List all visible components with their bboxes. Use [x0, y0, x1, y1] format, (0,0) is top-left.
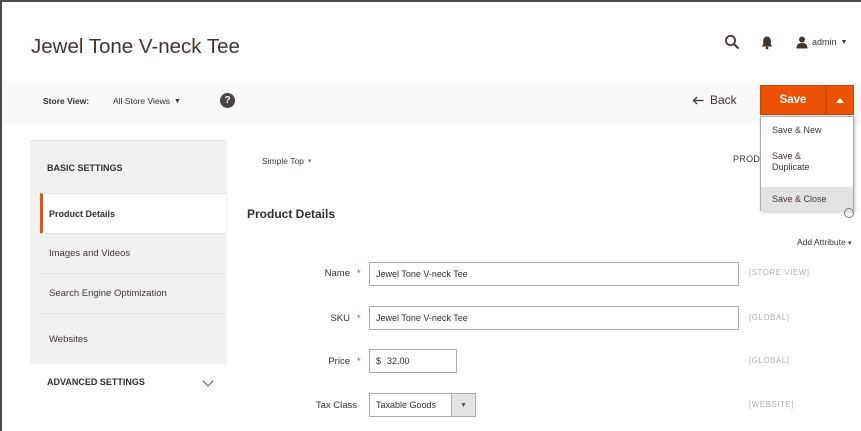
user-name: admin [812, 37, 837, 47]
chevron-down-icon: ▾ [307, 158, 312, 165]
chevron-up-icon [836, 97, 844, 103]
save-and-new-option[interactable]: Save & New [761, 125, 853, 136]
currency-symbol: $ [376, 356, 382, 366]
name-input[interactable]: Jewel Tone V-neck Tee [369, 262, 739, 286]
chevron-down-icon: ▾ [848, 240, 852, 247]
price-value: 32.00 [387, 356, 410, 366]
required-mark: * [357, 313, 361, 323]
attribute-set-value: Simple Top [262, 156, 304, 166]
save-options-toggle[interactable] [826, 85, 854, 115]
nav-item-search-engine-optimization[interactable]: Search Engine Optimization [40, 273, 226, 313]
required-mark: * [357, 356, 361, 366]
nav-item-product-details[interactable]: Product Details [40, 193, 226, 233]
section-title: Product Details [247, 207, 336, 221]
tax-class-scope: [WEBSITE] [749, 400, 794, 409]
chevron-down-icon: ▼ [840, 38, 848, 46]
collapse-icon[interactable] [844, 208, 854, 218]
save-and-close-option[interactable]: Save & Close [761, 187, 853, 211]
add-attribute-label: Add Attribute [797, 237, 846, 247]
price-scope: [GLOBAL] [749, 356, 790, 365]
arrow-left-icon [692, 96, 704, 104]
save-button[interactable]: Save [760, 85, 826, 115]
search-icon[interactable] [724, 34, 740, 50]
sku-input[interactable]: Jewel Tone V-neck Tee [369, 306, 739, 330]
store-view-switcher[interactable]: All Store Views ▼ [113, 96, 181, 106]
nav-item-images-and-videos[interactable]: Images and Videos [40, 233, 226, 273]
save-options-menu: Save & New Save & Duplicate Save & Close [760, 116, 854, 211]
name-label: Name [324, 268, 350, 279]
back-button[interactable]: Back [692, 93, 737, 107]
back-button-label: Back [710, 93, 737, 107]
tax-class-label: Tax Class [315, 400, 357, 411]
price-label: Price [328, 356, 350, 367]
page-title: Jewel Tone V-neck Tee [31, 35, 240, 58]
advanced-settings-heading[interactable]: ADVANCED SETTINGS [47, 377, 145, 387]
user-icon [796, 36, 808, 48]
product-online-label: PROD [733, 154, 761, 164]
save-and-duplicate-option[interactable]: Save & Duplicate [761, 151, 831, 173]
sku-label: SKU [330, 313, 350, 324]
basic-settings-heading[interactable]: BASIC SETTINGS [47, 163, 123, 173]
store-view-value: All Store Views [113, 96, 171, 106]
required-mark: * [357, 268, 361, 278]
price-input[interactable]: $ 32.00 [369, 349, 457, 373]
sku-scope: [GLOBAL] [749, 313, 790, 322]
chevron-down-icon: ▼ [451, 394, 475, 416]
chevron-down-icon: ▼ [174, 97, 181, 105]
name-scope: [STORE VIEW] [749, 268, 810, 277]
add-attribute-button[interactable]: Add Attribute ▾ [797, 237, 852, 247]
nav-item-websites[interactable]: Websites [40, 313, 226, 364]
help-icon[interactable]: ? [220, 93, 235, 108]
attribute-set-selector[interactable]: Simple Top ▾ [262, 156, 311, 166]
user-menu[interactable]: admin ▼ [796, 33, 847, 51]
tax-class-select[interactable]: Taxable Goods ▼ [369, 393, 476, 417]
tax-class-value: Taxable Goods [376, 400, 437, 410]
store-view-label: Store View: [43, 96, 90, 106]
bell-icon[interactable] [760, 35, 774, 50]
